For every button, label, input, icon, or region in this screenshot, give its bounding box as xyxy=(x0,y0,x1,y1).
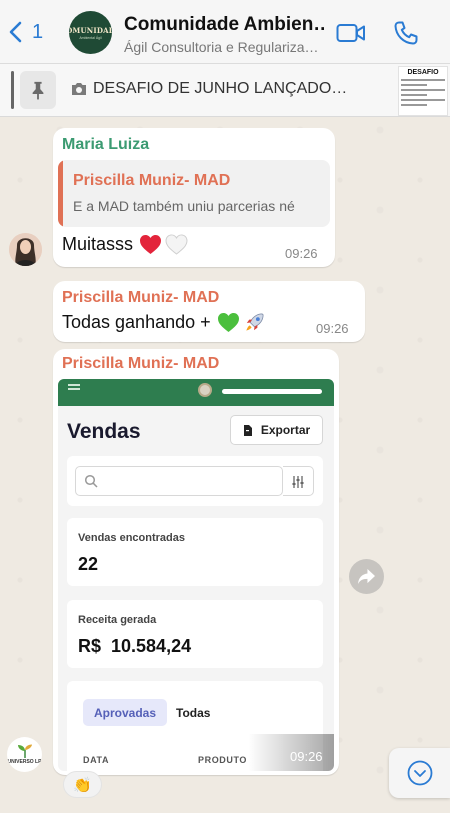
message-text: Todas ganhando + xyxy=(62,311,266,334)
camera-icon xyxy=(72,83,86,95)
message-sender: Maria Luiza xyxy=(62,136,150,153)
topbar-text-placeholder xyxy=(222,389,322,394)
video-call-icon[interactable] xyxy=(336,22,366,44)
reaction-badge[interactable]: 👏 xyxy=(63,771,102,798)
thumb-line xyxy=(401,89,445,91)
chat-title: Comunidade Ambien… xyxy=(124,14,324,35)
sales-found-label: Vendas encontradas xyxy=(78,532,185,544)
column-header-date: DATA xyxy=(83,755,110,765)
pinned-thumbnail-title: DESAFIO xyxy=(407,69,439,76)
back-button[interactable]: 1 xyxy=(8,20,43,44)
message-text-label: Todas ganhando + xyxy=(62,312,211,332)
pinned-thumbnail[interactable]: DESAFIO xyxy=(398,66,448,116)
forward-icon xyxy=(358,568,375,585)
quoted-sender: Priscilla Muniz- MAD xyxy=(73,172,231,189)
message-text-label: Muitasss xyxy=(62,234,134,254)
scroll-to-bottom-button[interactable] xyxy=(389,748,450,798)
quoted-message[interactable]: Priscilla Muniz- MAD E a MAD também uniu… xyxy=(58,160,330,227)
page-title: Vendas xyxy=(67,420,141,443)
column-header-product: PRODUTO xyxy=(198,755,248,765)
chat-title-block[interactable]: Comunidade Ambien… Ágil Consultoria e Re… xyxy=(124,14,324,55)
group-avatar[interactable]: COMUNIDADE Ambiental Ágil xyxy=(69,11,112,54)
message-time: 09:26 xyxy=(316,321,349,336)
pinned-message-bar[interactable]: DESAFIO DE JUNHO LANÇADO… xyxy=(0,64,450,117)
revenue-value: R$ 10.584,24 xyxy=(78,636,192,656)
forward-button[interactable] xyxy=(349,559,384,594)
menu-icon xyxy=(68,384,80,392)
pin-icon xyxy=(20,71,56,109)
message-text: Muitasss xyxy=(62,234,188,255)
revenue-label: Receita gerada xyxy=(78,614,157,626)
thumb-line xyxy=(401,104,428,106)
white-heart-icon xyxy=(165,234,188,255)
avatar-line2: Ambiental Ágil xyxy=(79,35,102,40)
search-icon xyxy=(84,474,98,488)
search-input xyxy=(75,466,283,496)
sprout-logo-icon xyxy=(17,744,32,758)
message-sender: Priscilla Muniz- MAD xyxy=(62,355,220,372)
chevron-down-circle-icon xyxy=(407,760,432,786)
sliders-icon xyxy=(292,476,304,488)
red-heart-icon xyxy=(140,234,162,255)
filter-button xyxy=(283,466,314,496)
tab-all: Todas xyxy=(176,706,211,720)
thumb-line xyxy=(401,79,445,81)
rocket-icon xyxy=(245,313,264,331)
sender-avatar-logo[interactable]: UNIVERSO LP xyxy=(7,737,42,772)
export-label: Exportar xyxy=(260,423,311,437)
message-time: 09:26 xyxy=(285,246,318,261)
quoted-text: E a MAD também uniu parcerias né xyxy=(73,198,295,214)
pin-indicator xyxy=(11,71,14,109)
tab-approved: Aprovadas xyxy=(83,699,167,726)
app-topbar xyxy=(58,379,334,406)
message-bubble[interactable]: Priscilla Muniz- MAD Todas ganhando + 09… xyxy=(53,281,365,342)
green-heart-icon xyxy=(217,312,239,333)
message-bubble[interactable]: Maria Luiza Priscilla Muniz- MAD E a MAD… xyxy=(53,128,335,267)
chevron-left-icon xyxy=(9,21,22,43)
revenue-card: Receita gerada R$ 10.584,24 xyxy=(67,600,323,668)
message-sender: Priscilla Muniz- MAD xyxy=(62,289,220,306)
message-time: 09:26 xyxy=(290,749,323,764)
avatar xyxy=(198,383,212,397)
reaction-emoji: 👏 xyxy=(73,776,92,794)
thumb-line xyxy=(401,84,428,86)
export-button: Exportar xyxy=(230,415,323,445)
thumb-line xyxy=(401,99,445,101)
sales-found-value: 22 xyxy=(78,554,99,574)
chat-subtitle: Ágil Consultoria e Regulariza… xyxy=(124,39,319,55)
document-icon xyxy=(243,424,252,436)
pinned-text-label: DESAFIO DE JUNHO LANÇADO… xyxy=(93,80,348,97)
phone-call-icon[interactable] xyxy=(393,20,419,46)
quote-bar xyxy=(58,160,63,227)
sales-found-card: Vendas encontradas 22 xyxy=(67,518,323,586)
chat-header: 1 COMUNIDADE Ambiental Ágil Comunidade A… xyxy=(0,0,450,64)
sender-avatar[interactable] xyxy=(9,233,42,266)
avatar-line1: COMUNIDADE xyxy=(69,25,112,35)
unread-count: 1 xyxy=(32,20,44,43)
shared-image[interactable]: Vendas Exportar Vendas encontradas 22 Re… xyxy=(58,379,334,771)
pinned-text: DESAFIO DE JUNHO LANÇADO… xyxy=(70,80,347,98)
avatar-logo-text: UNIVERSO LP xyxy=(7,759,42,765)
thumb-line xyxy=(401,94,428,96)
